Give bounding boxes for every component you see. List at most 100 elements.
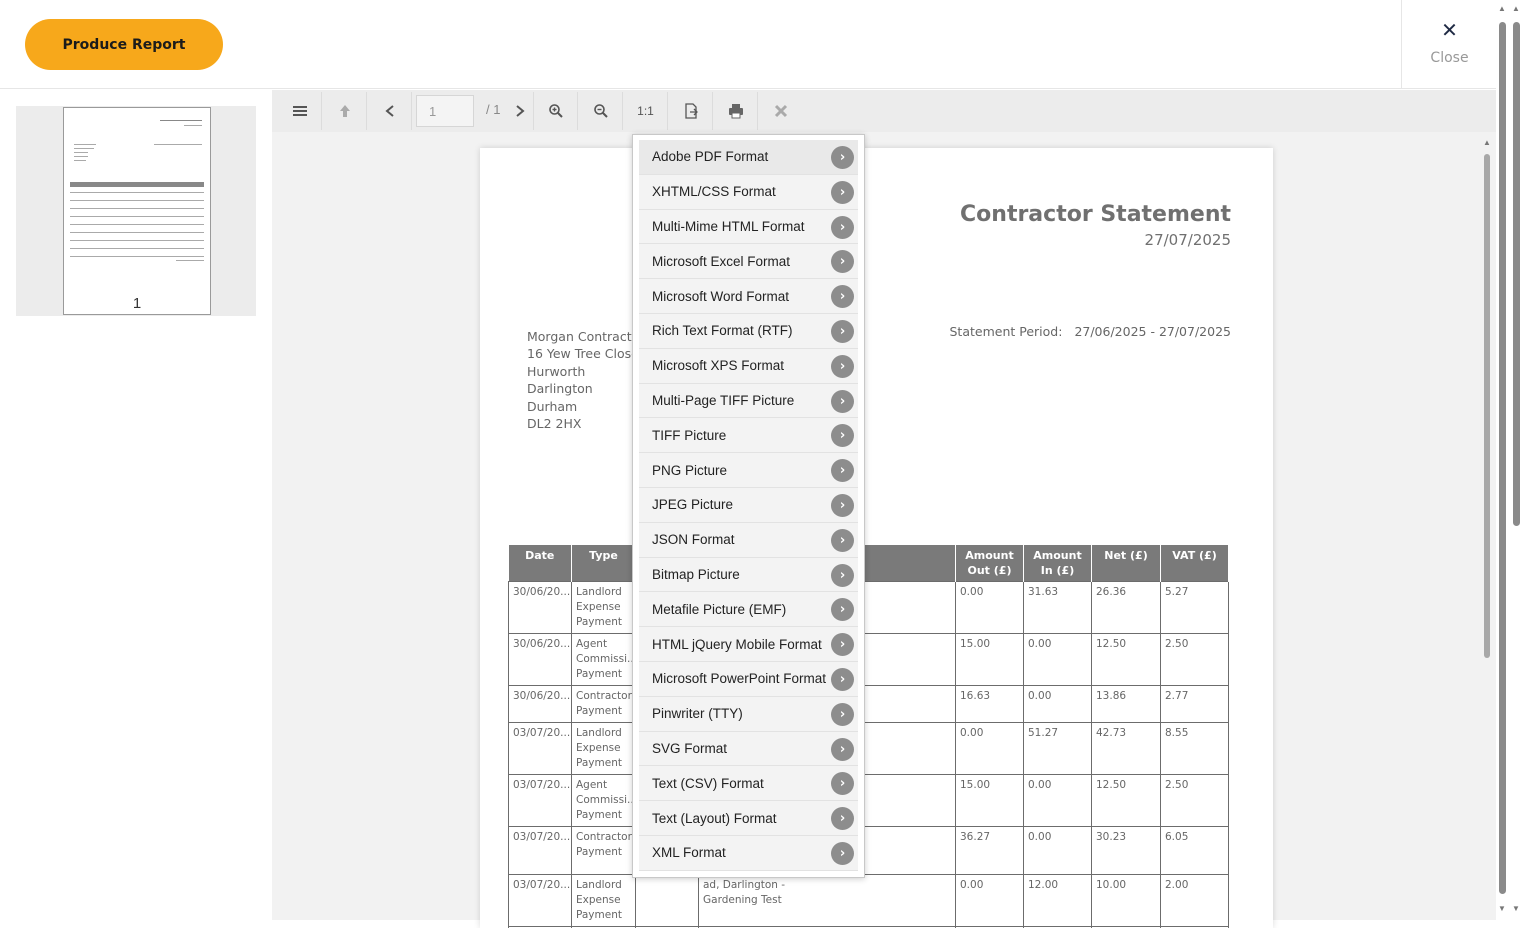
produce-report-button[interactable]: Produce Report xyxy=(25,19,223,70)
viewer-scroll-up-icon[interactable]: ▲ xyxy=(1483,138,1491,147)
export-format-item[interactable]: Metafile Picture (EMF)› xyxy=(639,592,858,627)
export-button[interactable] xyxy=(669,92,713,130)
export-format-item[interactable]: Microsoft PowerPoint Format› xyxy=(639,662,858,697)
previous-page-button[interactable] xyxy=(368,92,412,130)
viewer-toolbar: / 1 1:1 xyxy=(272,90,1496,132)
close-button[interactable]: ✕ Close xyxy=(1401,0,1496,89)
export-format-label: XHTML/CSS Format xyxy=(639,184,776,199)
type-cell-line: Agent xyxy=(576,637,631,652)
vat-cell-line: 2.50 xyxy=(1165,778,1224,793)
chevron-right-icon: › xyxy=(831,772,854,795)
thumbnail-panel: 1 xyxy=(0,90,272,920)
viewer-scrollbar[interactable]: ▲ xyxy=(1480,138,1494,920)
net-cell: 10.00 xyxy=(1092,875,1161,927)
amount-out-cell: 0.00 xyxy=(956,582,1024,634)
zoom-out-button[interactable] xyxy=(579,92,623,130)
zoom-in-icon xyxy=(548,103,564,119)
date-cell: 03/07/20... xyxy=(509,723,572,775)
net-cell: 12.50 xyxy=(1092,634,1161,686)
page-thumbnail[interactable]: 1 xyxy=(16,106,256,316)
export-format-item[interactable]: JPEG Picture› xyxy=(639,488,858,523)
date-cell-line: 03/07/20... xyxy=(513,830,567,845)
menu-button[interactable] xyxy=(278,92,322,130)
zoom-in-button[interactable] xyxy=(534,92,578,130)
statement-table-body: 30/06/20...LandlordExpensePaymentnd Stre… xyxy=(509,582,1229,928)
export-format-item[interactable]: Microsoft XPS Format› xyxy=(639,349,858,384)
vat-cell: 6.05 xyxy=(1161,827,1229,875)
type-cell: ContractorPayment xyxy=(572,827,636,875)
export-format-item[interactable]: Microsoft Word Format› xyxy=(639,279,858,314)
type-cell-line: Payment xyxy=(576,704,631,719)
table-row: 30/06/20...LandlordExpensePaymentnd Stre… xyxy=(509,582,1229,634)
print-button[interactable] xyxy=(714,92,758,130)
parent-report-button[interactable] xyxy=(323,92,367,130)
export-format-item[interactable]: Microsoft Excel Format› xyxy=(639,244,858,279)
type-cell-line: Payment xyxy=(576,756,631,771)
actual-size-button[interactable]: 1:1 xyxy=(624,92,668,130)
vat-cell: 2.50 xyxy=(1161,775,1229,827)
table-header-row: Date Type Amount Out (£) Amount In (£) N… xyxy=(509,545,1229,582)
amount-out-cell: 0.00 xyxy=(956,723,1024,775)
export-format-item[interactable]: XML Format › xyxy=(639,836,858,871)
page-number-input[interactable] xyxy=(416,95,474,127)
chevron-right-icon: › xyxy=(831,842,854,865)
chevron-right-icon: › xyxy=(831,146,854,169)
close-icon: ✕ xyxy=(1402,18,1497,42)
export-format-item[interactable]: Multi-Mime HTML Format› xyxy=(639,210,858,245)
export-format-item[interactable]: Text (CSV) Format› xyxy=(639,766,858,801)
net-cell-line: 12.50 xyxy=(1096,637,1156,652)
export-format-label: Metafile Picture (EMF) xyxy=(639,602,786,617)
export-format-item[interactable]: Rich Text Format (RTF)› xyxy=(639,314,858,349)
viewer-scrollbar-thumb[interactable] xyxy=(1484,154,1490,658)
description-cell-line: ad, Darlington - xyxy=(703,878,951,893)
export-format-item[interactable]: Pinwriter (TTY)› xyxy=(639,697,858,732)
next-page-button[interactable] xyxy=(506,92,534,130)
export-format-item[interactable]: Bitmap Picture› xyxy=(639,558,858,593)
export-format-label: PNG Picture xyxy=(639,463,727,478)
export-format-label: JPEG Picture xyxy=(639,497,733,512)
table-row: 03/07/20...ContractorPaymentnd Street,g,… xyxy=(509,827,1229,875)
export-format-label: XML Format xyxy=(639,845,726,860)
export-format-label: Rich Text Format (RTF) xyxy=(639,323,793,338)
export-format-item[interactable]: XHTML/CSS Format› xyxy=(639,175,858,210)
chevron-left-icon xyxy=(384,104,396,118)
amount-in-cell: 0.00 xyxy=(1024,827,1092,875)
amount-in-cell: 0.00 xyxy=(1024,634,1092,686)
scroll-down-icon-2[interactable]: ▼ xyxy=(1512,904,1520,913)
amount-out-cell: 0.00 xyxy=(956,875,1024,927)
type-cell: LandlordExpensePayment xyxy=(572,875,636,927)
export-format-item[interactable]: PNG Picture› xyxy=(639,453,858,488)
scrollbar-thumb-2[interactable] xyxy=(1513,22,1520,526)
export-format-item[interactable]: SVG Format› xyxy=(639,732,858,767)
type-cell-line: Expense xyxy=(576,893,631,908)
export-format-item[interactable]: TIFF Picture› xyxy=(639,418,858,453)
export-format-item[interactable]: JSON Format› xyxy=(639,523,858,558)
scrollbar-thumb[interactable] xyxy=(1499,22,1506,894)
export-format-label: Microsoft XPS Format xyxy=(639,358,784,373)
chevron-right-icon: › xyxy=(831,250,854,273)
scroll-down-icon[interactable]: ▼ xyxy=(1498,904,1506,913)
date-cell-line: 03/07/20... xyxy=(513,778,567,793)
export-format-item[interactable]: Adobe PDF Format› xyxy=(639,140,858,175)
type-cell-line: Contractor xyxy=(576,689,631,704)
export-format-item[interactable]: HTML jQuery Mobile Format› xyxy=(639,627,858,662)
statement-date: 27/07/2025 xyxy=(1145,231,1231,249)
type-cell-line: Payment xyxy=(576,615,631,630)
amount-in-cell-line: 0.00 xyxy=(1028,830,1087,845)
chevron-right-icon: › xyxy=(831,807,854,830)
export-format-item[interactable]: Text (Layout) Format› xyxy=(639,801,858,836)
type-cell-line: Payment xyxy=(576,667,631,682)
window-scrollbar[interactable]: ▲ ▲ ▼ ▼ xyxy=(1496,0,1526,920)
column-header: Type xyxy=(572,545,636,582)
stop-button[interactable] xyxy=(759,92,803,130)
date-cell: 03/07/20... xyxy=(509,775,572,827)
date-cell-line: 03/07/20... xyxy=(513,726,567,741)
export-format-label: Multi-Mime HTML Format xyxy=(639,219,805,234)
chevron-right-icon: › xyxy=(831,390,854,413)
export-format-label: HTML jQuery Mobile Format xyxy=(639,637,822,652)
net-cell-line: 30.23 xyxy=(1096,830,1156,845)
scroll-up-icon-2[interactable]: ▲ xyxy=(1512,4,1520,13)
amount-out-cell: 15.00 xyxy=(956,634,1024,686)
export-format-item[interactable]: Multi-Page TIFF Picture› xyxy=(639,384,858,419)
scroll-up-icon[interactable]: ▲ xyxy=(1498,4,1506,13)
